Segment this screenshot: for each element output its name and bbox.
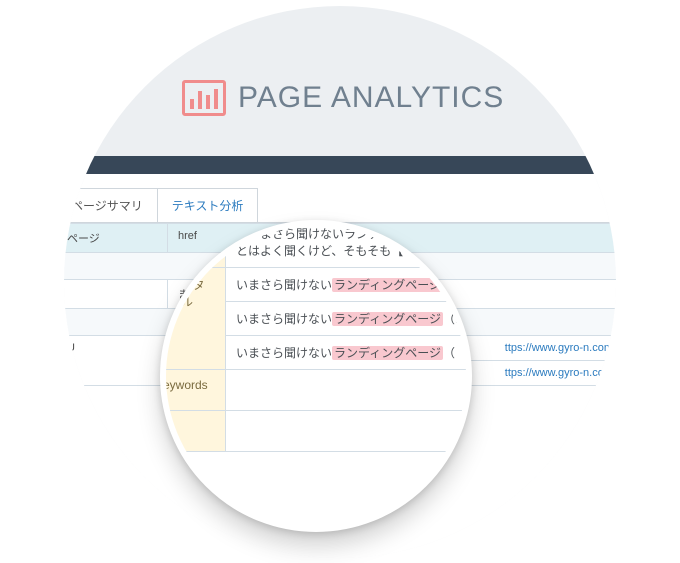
page-cell [64, 280, 168, 309]
row-extra-label [160, 411, 226, 452]
title-text: PAGE ANALYTICS [238, 81, 504, 115]
row-description-label: descripiton [160, 220, 226, 268]
col-page: ページ [64, 224, 168, 253]
row-keywords-label: keywords [160, 370, 226, 411]
row-title-label: ページタイトル [160, 268, 226, 370]
lens-table: descripiton 【いまさら聞けないランディングページ とはよく聞くけど、… [160, 220, 472, 452]
tab-page-summary[interactable]: ページサマリ [64, 188, 158, 222]
tab-bar: ページサマリ テキスト分析 [64, 188, 616, 223]
row-title-value-2: いまさら聞けないランディングページ（L [226, 302, 472, 336]
highlight-keyword: ランディングページ [332, 278, 443, 292]
url-label-cell: U [64, 336, 168, 386]
row-description-value: 【いまさら聞けないランディングページ とはよく聞くけど、そもそも【ランディン [226, 220, 472, 268]
row-title-value-3: いまさら聞けないランディングページ（ [226, 336, 472, 370]
row-keywords-value [226, 370, 472, 411]
magnifier-lens: descripiton 【いまさら聞けないランディングページ とはよく聞くけど、… [160, 220, 472, 532]
row-title-value-1: いまさら聞けないランディングページ（L [226, 268, 472, 302]
page-title: PAGE ANALYTICS [182, 80, 504, 116]
highlight-keyword: ランディングページ [332, 312, 443, 326]
highlight-keyword: ランディングページ [332, 346, 443, 360]
row-extra-value [226, 411, 472, 452]
tab-text-analysis[interactable]: テキスト分析 [157, 188, 259, 222]
bar-chart-icon [182, 80, 226, 116]
stage: ページサマリ テキスト分析 ページ href まさら聞けないランディングペ [0, 0, 680, 563]
